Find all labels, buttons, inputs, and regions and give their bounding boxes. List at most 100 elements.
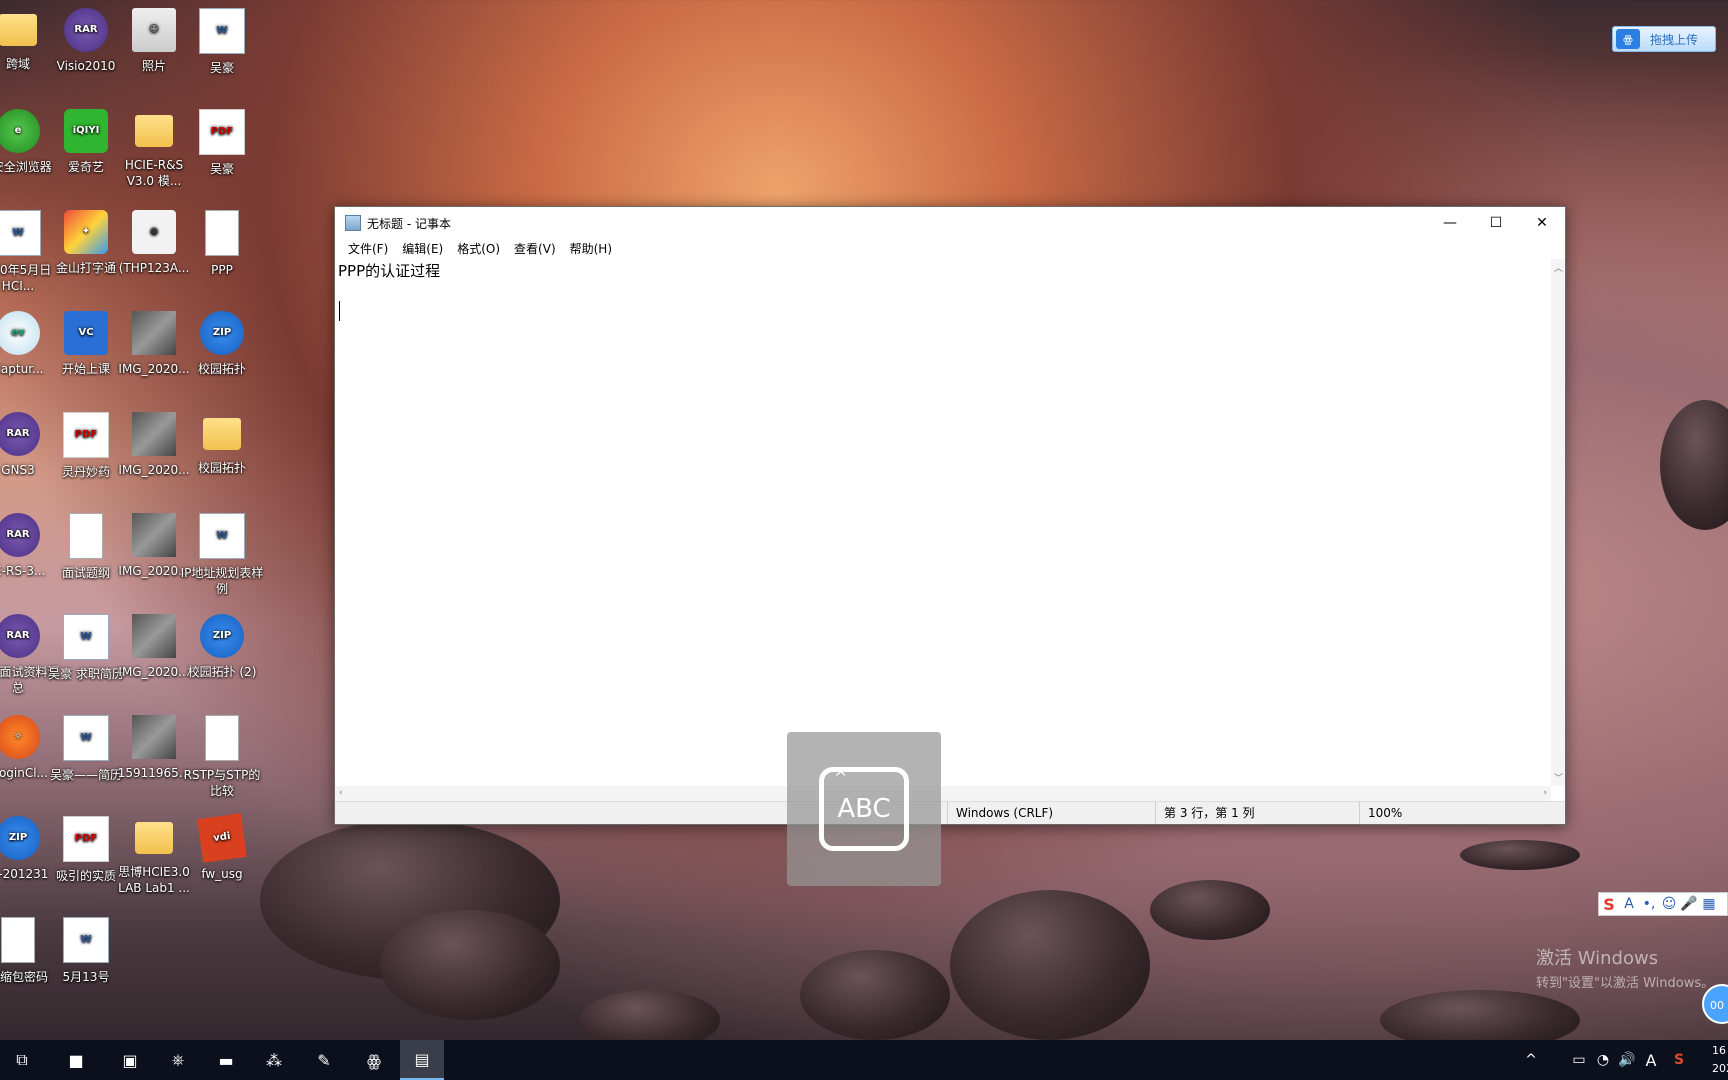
word-doc-icon: W [199,513,245,559]
ime-mode-overlay: ^ ABC [787,732,941,886]
taskbar-file-explorer[interactable]: ▬ [204,1040,248,1080]
word-doc-icon: W [199,8,245,54]
rar-icon: RAR [64,8,108,52]
start-button[interactable]: ■ [54,1040,98,1080]
desktop-icon-label: PPP [211,263,233,277]
battery-icon[interactable]: ▭ [1568,1040,1590,1080]
scroll-up-icon[interactable]: ︿ [1554,261,1563,274]
text-doc-icon [205,210,239,256]
image-thumb-icon [132,412,176,456]
text-doc-icon [1,917,35,963]
ime-abc-icon: ^ ABC [819,767,909,851]
vc-icon: VC [64,311,108,355]
browser-icon: e [0,109,40,153]
menu-file[interactable]: 文件(F) [341,239,395,259]
folder-icon [135,115,173,147]
clock-date: 202 [1712,1062,1728,1075]
desktop-icon[interactable]: W IP地址规划表样例 [180,509,264,597]
menu-edit[interactable]: 编辑(E) [395,239,450,259]
system-clock[interactable]: 16 202 [1712,1042,1728,1078]
menu-bar: 文件(F) 编辑(E) 格式(O) 查看(V) 帮助(H) [335,239,1565,259]
taskbar-network-tool[interactable]: ⁂ [252,1040,296,1080]
image-thumb-icon [132,311,176,355]
notepad-icon [345,215,361,231]
desktop-icon[interactable]: W 5月13号 [44,913,128,985]
menu-view[interactable]: 查看(V) [507,239,563,259]
word-doc-icon: W [63,917,109,963]
rar-icon: RAR [0,614,40,658]
text-editor-area[interactable]: PPP的认证过程 [335,259,1551,786]
desktop-icon-label: 5月13号 [62,970,110,984]
title-bar[interactable]: 无标题 - 记事本 — ☐ ✕ [335,207,1565,239]
text-doc-icon [205,715,239,761]
desktop-icon[interactable]: ZIP 校园拓扑 [180,307,264,377]
tray-overflow-icon[interactable]: ^ [1520,1040,1542,1080]
taskbar-baidu-netdisk[interactable]: ꙮ [352,1040,396,1080]
scroll-left-icon[interactable]: ‹ [339,788,343,798]
iqiyi-icon: iQIYI [64,109,108,153]
scroll-right-icon[interactable]: › [1543,788,1547,798]
word-doc-icon: W [63,715,109,761]
volume-icon[interactable]: 🔊 [1616,1040,1638,1080]
task-view-button[interactable]: ⧉ [0,1040,44,1080]
rar-icon: RAR [0,412,40,456]
desktop-icon[interactable]: vdi fw_usg [180,812,264,882]
sogou-tray-icon[interactable]: S [1668,1040,1690,1080]
desktop-icon-label: 校园拓扑 [197,461,246,475]
folder-icon [0,14,37,46]
rock [1150,880,1270,940]
rock [800,950,950,1040]
maximize-button[interactable]: ☐ [1473,207,1519,239]
baidu-netdisk-icon: ꙮ [1616,29,1640,49]
sogou-logo-icon[interactable]: S [1599,895,1619,914]
status-bar: Windows (CRLF) 第 3 行，第 1 列 100% [335,801,1565,824]
taskbar-feishu[interactable]: ✎ [302,1040,346,1080]
scroll-down-icon[interactable]: ﹀ [1554,771,1563,784]
taskbar-app-1[interactable]: ▣ [108,1040,152,1080]
baidu-upload-button[interactable]: ꙮ 拖拽上传 [1612,26,1716,52]
floating-assist-ball[interactable]: 00 [1702,984,1728,1024]
sogou-keyboard-icon[interactable]: ▦ [1699,896,1719,912]
horizontal-scrollbar[interactable]: ‹ › [335,786,1551,802]
wifi-icon[interactable]: ◔ [1592,1040,1614,1080]
watermark-subtitle: 转到"设置"以激活 Windows。 [1536,976,1715,991]
sogou-mode-icon[interactable]: A [1619,896,1639,912]
menu-format[interactable]: 格式(O) [450,239,507,259]
rock [1460,840,1580,870]
desktop-icon[interactable]: 校园拓扑 [180,408,264,476]
activation-watermark: 激活 Windows 转到"设置"以激活 Windows。 [1536,944,1714,991]
minimize-button[interactable]: — [1427,207,1473,239]
pdf-icon: PDF [63,412,109,458]
desktop-icon[interactable]: RSTP与STP的比较 [180,711,264,799]
sogou-punct-icon[interactable]: •, [1639,896,1659,912]
baidu-upload-label: 拖拽上传 [1650,32,1699,47]
desktop-icon[interactable]: PPP [180,206,264,278]
text-doc-icon [69,513,103,559]
folder-icon [203,418,241,450]
desktop-icon[interactable]: PDF 吴豪 [180,105,264,177]
ime-label: ABC [837,794,891,824]
zip-icon: ZIP [200,311,244,355]
desktop-icon-label: 吴豪 [209,61,234,75]
taskbar-notepad[interactable]: ▤ [400,1040,444,1080]
zip-icon: ZIP [200,614,244,658]
desktop-icon[interactable]: W 吴豪 [180,4,264,76]
desktop-icon[interactable]: ZIP 校园拓扑 (2) [180,610,264,680]
menu-help[interactable]: 帮助(H) [563,239,619,259]
sogou-emoji-icon[interactable]: ☺ [1659,896,1679,912]
watermark-title: 激活 Windows [1536,948,1659,969]
rock [950,890,1150,1040]
status-encoding: Windows (CRLF) [947,802,1136,824]
sogou-ime-toolbar[interactable]: S A •, ☺ 🎤 ▦ [1598,892,1728,916]
close-button[interactable]: ✕ [1519,207,1565,239]
taskbar-pdf-reader[interactable]: ⎈ [156,1040,200,1080]
document-text: PPP的认证过程 [338,262,441,280]
rar-icon: RAR [0,513,40,557]
desktop-icon-label: fw_usg [201,867,243,881]
kingsoft-icon: ✦ [64,210,108,254]
notepad-window[interactable]: 无标题 - 记事本 — ☐ ✕ 文件(F) 编辑(E) 格式(O) 查看(V) … [334,206,1566,825]
word-doc-icon: W [63,614,109,660]
sogou-voice-icon[interactable]: 🎤 [1679,896,1699,912]
input-language-icon[interactable]: A [1640,1040,1662,1080]
vertical-scrollbar[interactable]: ︿ ﹀ [1551,259,1565,786]
